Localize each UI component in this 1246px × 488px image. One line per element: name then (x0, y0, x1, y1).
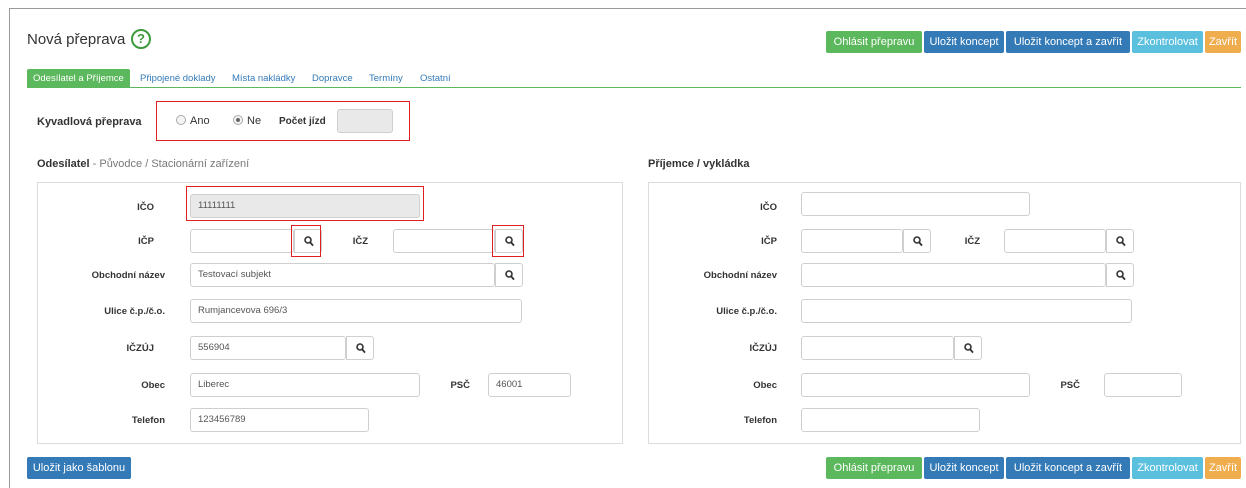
close-button[interactable]: Zavřít (1205, 31, 1241, 53)
recipient-icz-search-button[interactable] (1106, 229, 1134, 253)
recipient-street-input[interactable] (801, 299, 1132, 323)
recipient-phone-label: Telefon (743, 415, 777, 426)
sender-phone-input[interactable]: 123456789 (190, 408, 369, 432)
tab-loading-places[interactable]: Místa nakládky (232, 69, 295, 88)
sender-name-search-button[interactable] (495, 263, 523, 287)
sender-iczuj-input[interactable]: 556904 (190, 336, 346, 360)
sender-heading-text: Odesílatel (37, 158, 90, 170)
sender-icz-label: IČZ (352, 236, 368, 247)
sender-zip-label: PSČ (450, 380, 470, 391)
tab-other[interactable]: Ostatní (420, 69, 451, 88)
recipient-icp-input[interactable] (801, 229, 903, 253)
recipient-zip-input[interactable] (1104, 373, 1182, 397)
save-draft-close-button-bottom[interactable]: Uložit koncept a zavřít (1006, 457, 1130, 479)
recipient-city-label: Obec (753, 380, 777, 391)
page-title: Nová přeprava (27, 31, 126, 48)
recipient-ico-input[interactable] (801, 192, 1030, 216)
check-button-bottom[interactable]: Zkontrolovat (1132, 457, 1203, 479)
sender-phone-label: Telefon (131, 415, 165, 426)
recipient-heading: Příjemce / vykládka (648, 158, 750, 170)
trips-label: Počet jízd (279, 116, 326, 127)
recipient-icz-label: IČZ (964, 236, 980, 247)
report-transport-button-bottom[interactable]: Ohlásit přepravu (826, 457, 922, 479)
search-icon (964, 343, 974, 354)
report-transport-button[interactable]: Ohlásit přepravu (826, 31, 922, 53)
search-icon (1116, 236, 1126, 247)
sender-city-label: Obec (141, 380, 165, 391)
sender-iczuj-label: IČZÚJ (126, 343, 154, 354)
sender-icz-input[interactable] (393, 229, 495, 253)
tab-dates[interactable]: Termíny (369, 69, 403, 88)
recipient-zip-label: PSČ (1060, 380, 1080, 391)
recipient-iczuj-search-button[interactable] (954, 336, 982, 360)
recipient-icp-label: IČP (761, 236, 777, 247)
sender-name-label: Obchodní název (91, 270, 165, 281)
tab-carrier[interactable]: Dopravce (312, 69, 353, 88)
shuttle-label: Kyvadlová přeprava (37, 116, 142, 128)
tab-underline (27, 87, 1241, 88)
sender-name-input[interactable]: Testovací subjekt (190, 263, 495, 287)
save-draft-button-bottom[interactable]: Uložit koncept (924, 457, 1004, 479)
search-icon (505, 270, 515, 281)
help-icon[interactable]: ? (131, 29, 151, 49)
recipient-name-search-button[interactable] (1106, 263, 1134, 287)
recipient-phone-input[interactable] (801, 408, 980, 432)
recipient-ico-label: IČO (760, 202, 777, 213)
recipient-city-input[interactable] (801, 373, 1030, 397)
sender-street-input[interactable]: Rumjancevova 696/3 (190, 299, 522, 323)
shuttle-no-label: Ne (247, 115, 262, 127)
search-icon (1116, 270, 1126, 281)
shuttle-no-radio[interactable] (233, 115, 243, 125)
sender-ico-highlight (186, 186, 424, 221)
shuttle-yes-radio[interactable] (176, 115, 186, 125)
sender-icp-input[interactable] (190, 229, 294, 253)
sender-subheading: - Původce / Stacionární zařízení (89, 158, 250, 170)
sender-heading: Odesílatel - Původce / Stacionární zaříz… (37, 158, 249, 170)
recipient-iczuj-input[interactable] (801, 336, 954, 360)
sender-icp-label: IČP (138, 236, 154, 247)
sender-iczuj-search-button[interactable] (346, 336, 374, 360)
check-button[interactable]: Zkontrolovat (1132, 31, 1203, 53)
save-draft-close-button[interactable]: Uložit koncept a zavřít (1006, 31, 1130, 53)
save-template-button[interactable]: Uložit jako šablonu (27, 457, 131, 479)
tab-attached-documents[interactable]: Připojené doklady (140, 69, 216, 88)
sender-icz-search-highlight (492, 225, 524, 257)
sender-street-label: Ulice č.p./č.o. (104, 306, 165, 317)
tab-sender-recipient[interactable]: Odesílatel a Příjemce (27, 69, 130, 88)
search-icon (356, 343, 366, 354)
recipient-icz-input[interactable] (1004, 229, 1106, 253)
close-button-bottom[interactable]: Zavřít (1205, 457, 1241, 479)
recipient-name-input[interactable] (801, 263, 1106, 287)
recipient-name-label: Obchodní název (703, 270, 777, 281)
shuttle-yes-label: Ano (190, 115, 210, 127)
sender-zip-input[interactable]: 46001 (488, 373, 571, 397)
save-draft-button[interactable]: Uložit koncept (924, 31, 1004, 53)
sender-city-input[interactable]: Liberec (190, 373, 420, 397)
trips-input[interactable] (337, 109, 393, 133)
sender-ico-label: IČO (137, 202, 154, 213)
recipient-street-label: Ulice č.p./č.o. (716, 306, 777, 317)
recipient-iczuj-label: IČZÚJ (749, 343, 777, 354)
